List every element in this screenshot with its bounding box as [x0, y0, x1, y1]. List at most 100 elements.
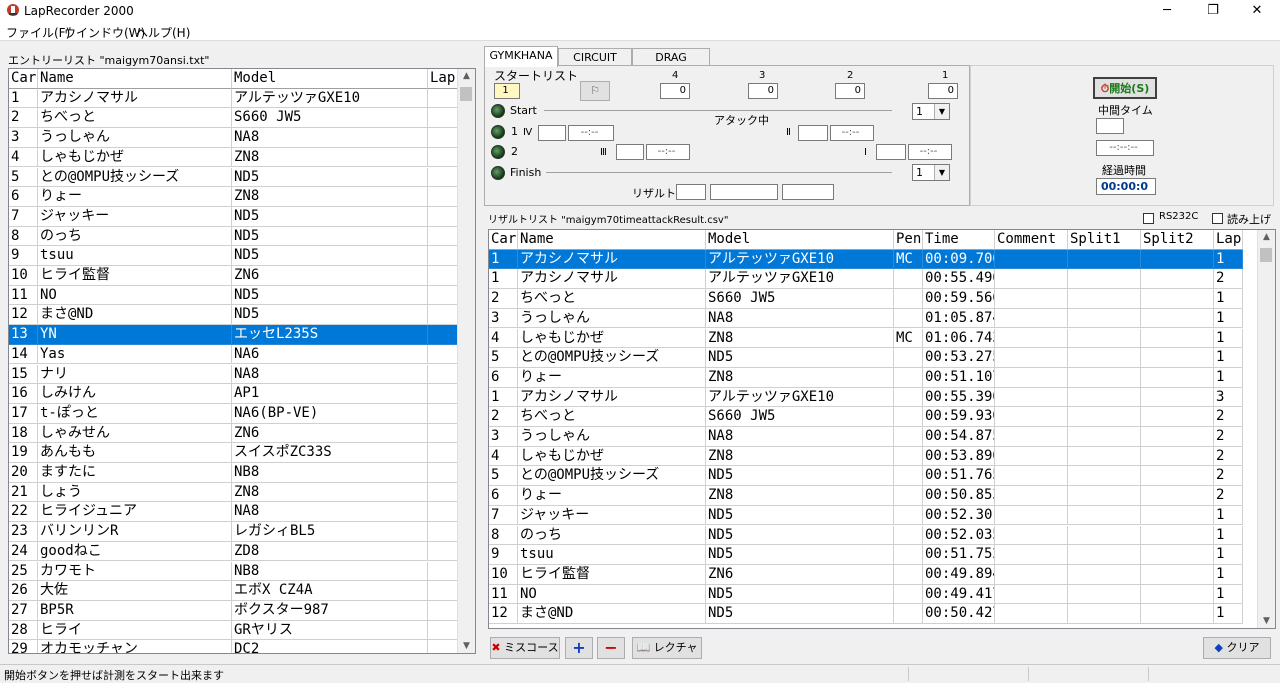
clear-button[interactable]: ◆ クリア: [1203, 637, 1271, 659]
remove-button[interactable]: −: [597, 637, 625, 659]
entry-row[interactable]: 16 しみけん AP1: [9, 384, 475, 404]
scroll-thumb[interactable]: [1260, 248, 1272, 262]
result-row[interactable]: 2 ちべっと S660 JW5 00:59.566 1: [489, 289, 1275, 309]
result-row[interactable]: 2 ちべっと S660 JW5 00:59.930 2: [489, 407, 1275, 427]
cell-model: ND5: [232, 167, 428, 188]
entry-scrollbar[interactable]: ▲ ▼: [457, 69, 475, 653]
entry-row[interactable]: 22 ヒライジュニア NA8: [9, 502, 475, 523]
readout-checkbox[interactable]: [1212, 213, 1223, 224]
entry-row[interactable]: 2 ちべっと S660 JW5: [9, 108, 475, 129]
entry-row[interactable]: 18 しゃみせん ZN6: [9, 423, 475, 444]
iii-car-field[interactable]: [616, 144, 644, 160]
result-row[interactable]: 4 しゃもじかぜ ZN8 MC 01:06.743 1: [489, 328, 1275, 349]
entry-row[interactable]: 25 カワモト NB8: [9, 561, 475, 582]
entry-row[interactable]: 13 YN エッセL235S: [9, 325, 475, 345]
entry-row[interactable]: 3 うっしゃん NA8: [9, 128, 475, 148]
entry-row[interactable]: 29 オカモッチャン DC2: [9, 640, 475, 653]
result-scrollbar[interactable]: ▲ ▼: [1257, 230, 1275, 628]
result-row[interactable]: 5 との@OMPU技ッシーズ ND5 00:51.765 2: [489, 466, 1275, 487]
add-button[interactable]: +: [565, 637, 593, 659]
column-header-name: Name: [38, 69, 232, 89]
result-row[interactable]: 1 アカシノマサル アルテッツァGXE10 00:55.390 3: [489, 387, 1275, 408]
split-time-field[interactable]: --:--:--: [1096, 140, 1154, 156]
finish-sensor-select[interactable]: 1 ▼: [912, 164, 950, 181]
entry-row[interactable]: 14 Yas NA6: [9, 344, 475, 365]
minimize-button[interactable]: ─: [1144, 0, 1190, 22]
entry-row[interactable]: 21 しょう ZN8: [9, 482, 475, 503]
result-row[interactable]: 4 しゃもじかぜ ZN8 00:53.896 2: [489, 446, 1275, 467]
split-car-field[interactable]: [1096, 118, 1124, 134]
rs232c-checkbox[interactable]: [1143, 213, 1154, 224]
result-row[interactable]: 12 まさ@ND ND5 00:50.427 1: [489, 604, 1275, 624]
result-list-grid[interactable]: Car Name Model Pen Time Comment Split1 Split2 La…: [488, 229, 1276, 629]
entry-row[interactable]: 4 しゃもじかぜ ZN8: [9, 147, 475, 168]
entry-row[interactable]: 8 のっち ND5: [9, 226, 475, 247]
iv-car-field[interactable]: [538, 125, 566, 141]
result-row[interactable]: 6 りょー ZN8 00:50.853 2: [489, 486, 1275, 506]
result-row[interactable]: 5 との@OMPU技ッシーズ ND5 00:53.275 1: [489, 348, 1275, 368]
scroll-up-icon[interactable]: ▲: [458, 71, 475, 81]
result-row[interactable]: 6 りょー ZN8 00:51.107 1: [489, 367, 1275, 388]
scroll-up-icon[interactable]: ▲: [1258, 232, 1275, 242]
entry-row[interactable]: 27 BP5R ボクスター987: [9, 600, 475, 621]
start-list-field[interactable]: 1: [494, 83, 520, 99]
entry-row[interactable]: 20 ますたに NB8: [9, 463, 475, 483]
cell-name: ジャッキー: [38, 206, 232, 227]
queue-2-field[interactable]: 0: [835, 83, 865, 99]
queue-1-field[interactable]: 0: [928, 83, 958, 99]
i-car-field[interactable]: [876, 144, 906, 160]
result-row[interactable]: 3 うっしゃん NA8 01:05.874 1: [489, 308, 1275, 329]
queue-1-label: 1: [942, 70, 949, 81]
entry-row[interactable]: 28 ヒライ GRヤリス: [9, 620, 475, 641]
entry-list-grid[interactable]: Car Name Model Lap 1 アカシノマサル アルテッツァGXE10 2 ちべっと S…: [8, 68, 476, 654]
entry-row[interactable]: 12 まさ@ND ND5: [9, 305, 475, 326]
column-header-split2: Split2: [1141, 230, 1214, 250]
menu-window[interactable]: ウインドウ(W): [64, 24, 145, 41]
queue-4-field[interactable]: 0: [660, 83, 690, 99]
entry-row[interactable]: 1 アカシノマサル アルテッツァGXE10: [9, 88, 475, 109]
entry-row[interactable]: 17 t-ぽっと NA6(BP-VE): [9, 403, 475, 424]
entry-row[interactable]: 7 ジャッキー ND5: [9, 206, 475, 227]
tab-gymkhana[interactable]: GYMKHANA: [484, 46, 558, 67]
result-time-field[interactable]: [782, 184, 834, 200]
entry-row[interactable]: 5 との@OMPU技ッシーズ ND5: [9, 167, 475, 188]
result-row[interactable]: 3 うっしゃん NA8 00:54.875 2: [489, 427, 1275, 447]
lecture-button[interactable]: 📖 レクチャー: [632, 637, 702, 674]
start-sensor-select[interactable]: 1 ▼: [912, 103, 950, 120]
result-row[interactable]: 1 アカシノマサル アルテッツァGXE10 MC 00:09.706 1: [489, 249, 1275, 270]
start-button[interactable]: ⏱開始(S): [1093, 77, 1157, 99]
cell-split2: [1141, 348, 1214, 368]
result-row[interactable]: 9 tsuu ND5 00:51.752 1: [489, 545, 1275, 565]
iv-time-field[interactable]: --:--: [568, 125, 614, 141]
result-car-field[interactable]: [676, 184, 706, 200]
ii-car-field[interactable]: [798, 125, 828, 141]
maximize-button[interactable]: ❐: [1190, 0, 1236, 22]
entry-row[interactable]: 6 りょー ZN8: [9, 187, 475, 207]
result-row[interactable]: 1 アカシノマサル アルテッツァGXE10 00:55.490 2: [489, 269, 1275, 290]
result-row[interactable]: 10 ヒライ監督 ZN6 00:49.894 1: [489, 564, 1275, 585]
menu-help[interactable]: ヘルプ(H): [136, 24, 190, 41]
queue-3-field[interactable]: 0: [748, 83, 778, 99]
close-button[interactable]: ✕: [1234, 0, 1280, 22]
entry-row[interactable]: 24 goodねこ ZD8: [9, 541, 475, 562]
entry-row[interactable]: 9 tsuu ND5: [9, 246, 475, 266]
iii-time-field[interactable]: --:--: [646, 144, 690, 160]
entry-row[interactable]: 26 大佐 エボX CZ4A: [9, 581, 475, 601]
entry-row[interactable]: 15 ナリ NA8: [9, 364, 475, 385]
result-row[interactable]: 8 のっち ND5 00:52.035 1: [489, 525, 1275, 546]
result-row[interactable]: 7 ジャッキー ND5 00:52.301 1: [489, 505, 1275, 526]
result-row[interactable]: 11 NO ND5 00:49.417 1: [489, 584, 1275, 605]
entry-row[interactable]: 19 あんもも スイスポZC33S: [9, 443, 475, 463]
entry-row[interactable]: 23 バリンリンR レガシィBL5: [9, 522, 475, 542]
scroll-down-icon[interactable]: ▼: [1258, 616, 1275, 626]
result-name-field[interactable]: [710, 184, 778, 200]
ii-time-field[interactable]: --:--: [830, 125, 874, 141]
menu-file[interactable]: ファイル(F): [6, 24, 70, 41]
i-time-field[interactable]: --:--: [908, 144, 952, 160]
scroll-thumb[interactable]: [460, 87, 472, 101]
flag-button[interactable]: ⚐: [580, 81, 610, 101]
miss-course-button[interactable]: ✖ ミスコース: [490, 637, 560, 659]
scroll-down-icon[interactable]: ▼: [458, 641, 475, 651]
entry-row[interactable]: 10 ヒライ監督 ZN6: [9, 266, 475, 286]
entry-row[interactable]: 11 NO ND5: [9, 285, 475, 306]
